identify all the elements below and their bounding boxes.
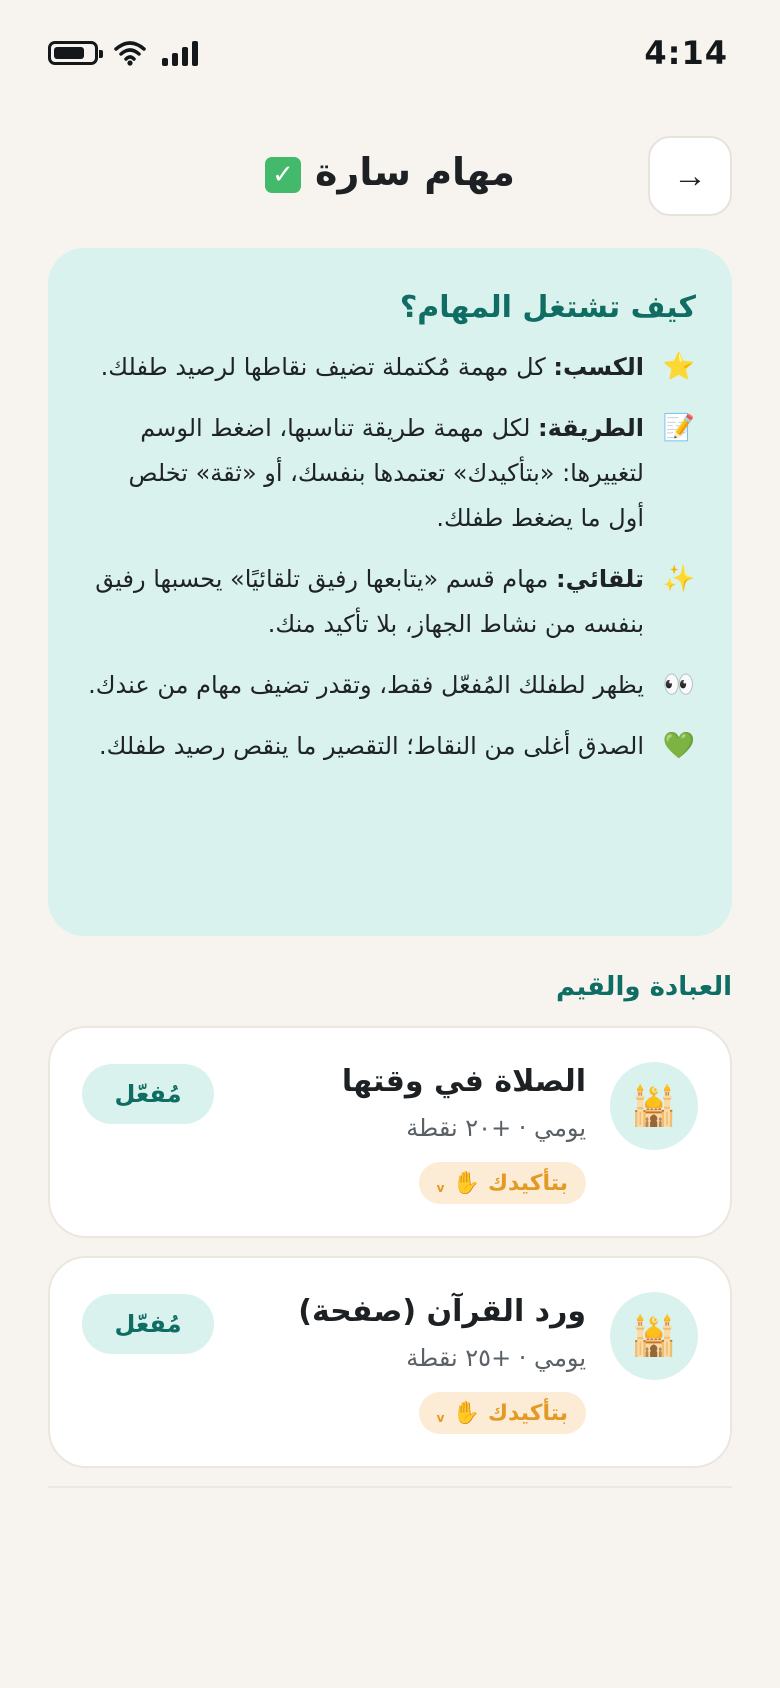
method-tag-label: بتأكيدك xyxy=(487,1170,568,1196)
info-item-text: الصدق أغلى من النقاط؛ التقصير ما ينقص رص… xyxy=(88,724,644,769)
info-item-body: كل مهمة مُكتملة تضيف نقاطها لرصيد طفلك. xyxy=(100,353,554,381)
info-item-lead: تلقائي: xyxy=(556,565,644,593)
info-item: ⭐ الكسب: كل مهمة مُكتملة تضيف نقاطها لرص… xyxy=(88,345,696,390)
status-badge[interactable]: مُفعّل xyxy=(82,1294,214,1354)
info-title: كيف تشتغل المهام؟ xyxy=(399,290,696,325)
chevron-down-icon: v xyxy=(436,1411,445,1425)
raised-hand-icon: ✋ xyxy=(452,1400,480,1426)
mosque-icon: 🕌 xyxy=(610,1062,698,1150)
chevron-down-icon: v xyxy=(436,1181,445,1195)
task-name: الصلاة في وقتها xyxy=(341,1064,586,1099)
method-tag-button[interactable]: بتأكيدك ✋ v xyxy=(418,1162,586,1204)
section-title: العبادة والقيم xyxy=(555,972,732,1002)
info-item-text: الطريقة: لكل مهمة طريقة تناسبها، اضغط ال… xyxy=(88,406,644,541)
info-item-text: تلقائي: مهام قسم «يتابعها رفيق تلقائيًا»… xyxy=(88,557,644,647)
header: مهام سارة ✓ → xyxy=(0,136,780,216)
wifi-icon xyxy=(114,41,146,66)
mosque-icon: 🕌 xyxy=(610,1292,698,1380)
cellular-signal-icon xyxy=(162,40,198,66)
check-mark-icon: ✓ xyxy=(265,156,302,193)
task-name: ورد القرآن (صفحة) xyxy=(298,1294,586,1329)
star-icon: ⭐ xyxy=(662,352,696,382)
raised-hand-icon: ✋ xyxy=(452,1170,480,1196)
info-item: 👀 يظهر لطفلك المُفعّل فقط، وتقدر تضيف مه… xyxy=(88,663,696,708)
info-item-lead: الكسب: xyxy=(553,353,644,381)
info-item: ✨ تلقائي: مهام قسم «يتابعها رفيق تلقائيً… xyxy=(88,557,696,647)
battery-icon xyxy=(48,41,103,65)
green-heart-icon: 💚 xyxy=(662,731,696,761)
status-bar: 4:14 xyxy=(0,0,780,112)
method-tag-button[interactable]: بتأكيدك ✋ v xyxy=(418,1392,586,1434)
back-button[interactable]: → xyxy=(648,136,732,216)
eyes-icon: 👀 xyxy=(662,670,696,700)
status-time: 4:14 xyxy=(644,34,728,72)
status-badge[interactable]: مُفعّل xyxy=(82,1064,214,1124)
task-card[interactable]: 🕌 ورد القرآن (صفحة) يومي · +٢٥ نقطة بتأك… xyxy=(48,1256,732,1468)
sparkles-icon: ✨ xyxy=(662,564,696,594)
info-item-text: الكسب: كل مهمة مُكتملة تضيف نقاطها لرصيد… xyxy=(88,345,644,390)
info-item-body: يظهر لطفلك المُفعّل فقط، وتقدر تضيف مهام… xyxy=(88,671,644,699)
method-tag-label: بتأكيدك xyxy=(487,1400,568,1426)
info-item-text: يظهر لطفلك المُفعّل فقط، وتقدر تضيف مهام… xyxy=(88,663,644,708)
info-card: كيف تشتغل المهام؟ ⭐ الكسب: كل مهمة مُكتم… xyxy=(48,248,732,936)
divider xyxy=(48,1486,732,1488)
memo-icon: 📝 xyxy=(662,413,696,443)
info-item: 📝 الطريقة: لكل مهمة طريقة تناسبها، اضغط … xyxy=(88,406,696,541)
status-icons xyxy=(48,40,198,66)
page-title-text: مهام سارة xyxy=(315,150,515,194)
info-item: 💚 الصدق أغلى من النقاط؛ التقصير ما ينقص … xyxy=(88,724,696,769)
task-meta: يومي · +٢٥ نقطة xyxy=(406,1344,586,1372)
task-card[interactable]: 🕌 الصلاة في وقتها يومي · +٢٠ نقطة بتأكيد… xyxy=(48,1026,732,1238)
info-item-body: الصدق أغلى من النقاط؛ التقصير ما ينقص رص… xyxy=(99,732,644,760)
info-item-lead: الطريقة: xyxy=(538,414,644,442)
task-meta: يومي · +٢٠ نقطة xyxy=(406,1114,586,1142)
